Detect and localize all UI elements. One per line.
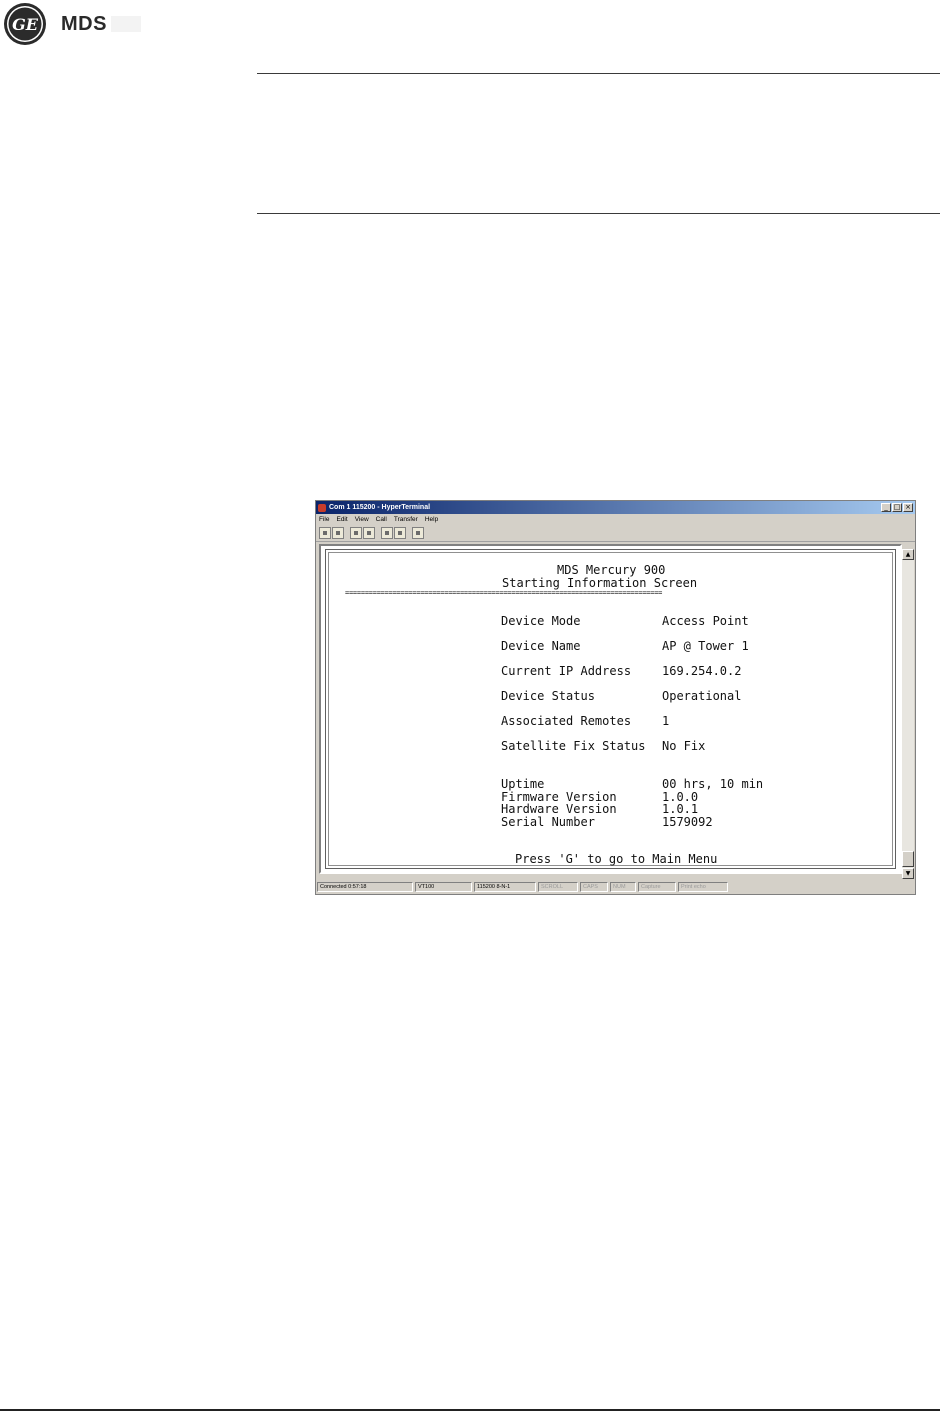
menu-call[interactable]: Call xyxy=(376,516,387,523)
terminal-separator: ========================================… xyxy=(345,589,663,597)
field-label-device-name: Device Name xyxy=(501,639,581,653)
terminal-title: MDS Mercury 900 xyxy=(557,563,666,577)
info-value-serial: 1579092 xyxy=(662,815,713,829)
terminal-area[interactable]: MDS Mercury 900 Starting Information Scr… xyxy=(319,544,902,874)
menu-help[interactable]: Help xyxy=(425,516,438,523)
field-value-device-status: Operational xyxy=(662,689,742,703)
status-bar: Connected 0:57:18 VT100 115200 8-N-1 SCR… xyxy=(317,881,914,893)
field-value-associated-remotes: 1 xyxy=(662,714,670,728)
terminal-frame-inner xyxy=(328,552,893,866)
open-icon[interactable] xyxy=(332,526,344,539)
top-rule xyxy=(257,73,940,74)
properties-icon[interactable] xyxy=(412,526,424,539)
maximize-button[interactable]: □ xyxy=(892,503,902,512)
minimize-button[interactable]: _ xyxy=(881,503,891,512)
hyperterminal-window: Com 1 115200 - HyperTerminal _ □ × File … xyxy=(315,500,916,895)
window-title: Com 1 115200 - HyperTerminal xyxy=(329,504,431,511)
info-label-hardware: Hardware Version xyxy=(501,802,617,816)
field-label-associated-remotes: Associated Remotes xyxy=(501,714,632,728)
field-label-satellite-fix: Satellite Fix Status xyxy=(501,739,646,753)
disconnect-icon[interactable] xyxy=(363,526,375,539)
window-titlebar[interactable]: Com 1 115200 - HyperTerminal _ □ × xyxy=(316,501,915,514)
app-icon xyxy=(318,503,326,512)
field-value-satellite-fix: No Fix xyxy=(662,739,706,753)
scroll-thumb[interactable] xyxy=(902,851,914,867)
menu-transfer[interactable]: Transfer xyxy=(394,516,418,523)
field-label-device-mode: Device Mode xyxy=(501,614,581,628)
status-print-echo: Print echo xyxy=(678,882,728,892)
field-value-ip-address: 169.254.0.2 xyxy=(662,664,742,678)
send-icon[interactable] xyxy=(381,526,393,539)
field-label-device-status: Device Status xyxy=(501,689,595,703)
status-scroll: SCROLL xyxy=(538,882,578,892)
scroll-up-icon[interactable]: ▲ xyxy=(902,549,914,560)
footer-rule xyxy=(0,1409,940,1411)
receive-icon[interactable] xyxy=(394,526,406,539)
info-label-serial: Serial Number xyxy=(501,815,595,829)
connect-icon[interactable] xyxy=(350,526,362,539)
status-settings: 115200 8-N-1 xyxy=(474,882,536,892)
info-value-hardware: 1.0.1 xyxy=(662,802,699,816)
scroll-down-icon[interactable]: ▼ xyxy=(902,868,914,879)
field-value-device-mode: Access Point xyxy=(662,614,749,628)
menu-file[interactable]: File xyxy=(319,516,329,523)
menu-bar: File Edit View Call Transfer Help xyxy=(316,514,915,524)
field-label-ip-address: Current IP Address xyxy=(501,664,632,678)
svg-text:GE: GE xyxy=(12,15,39,34)
brand-name: MDS xyxy=(61,12,107,35)
status-connected: Connected 0:57:18 xyxy=(317,882,413,892)
terminal-subtitle: Starting Information Screen xyxy=(502,576,698,590)
status-num: NUM xyxy=(610,882,636,892)
menu-edit[interactable]: Edit xyxy=(336,516,347,523)
new-icon[interactable] xyxy=(319,526,331,539)
terminal-frame xyxy=(325,549,896,869)
status-caps: CAPS xyxy=(580,882,608,892)
menu-view[interactable]: View xyxy=(355,516,369,523)
brand-fade-block xyxy=(110,16,141,32)
ge-mds-logo: GE MDS xyxy=(3,2,141,46)
status-capture: Capture xyxy=(638,882,676,892)
field-value-device-name: AP @ Tower 1 xyxy=(662,639,749,653)
status-emulation: VT100 xyxy=(415,882,472,892)
vertical-scrollbar[interactable]: ▲ ▼ xyxy=(902,549,914,879)
section-rule xyxy=(257,213,940,214)
close-button[interactable]: × xyxy=(903,503,913,512)
info-label-uptime: Uptime xyxy=(501,777,545,791)
info-value-uptime: 00 hrs, 10 min xyxy=(662,777,764,791)
toolbar xyxy=(316,524,915,542)
ge-seal-icon: GE xyxy=(4,3,46,45)
main-menu-prompt: Press 'G' to go to Main Menu xyxy=(515,852,718,866)
